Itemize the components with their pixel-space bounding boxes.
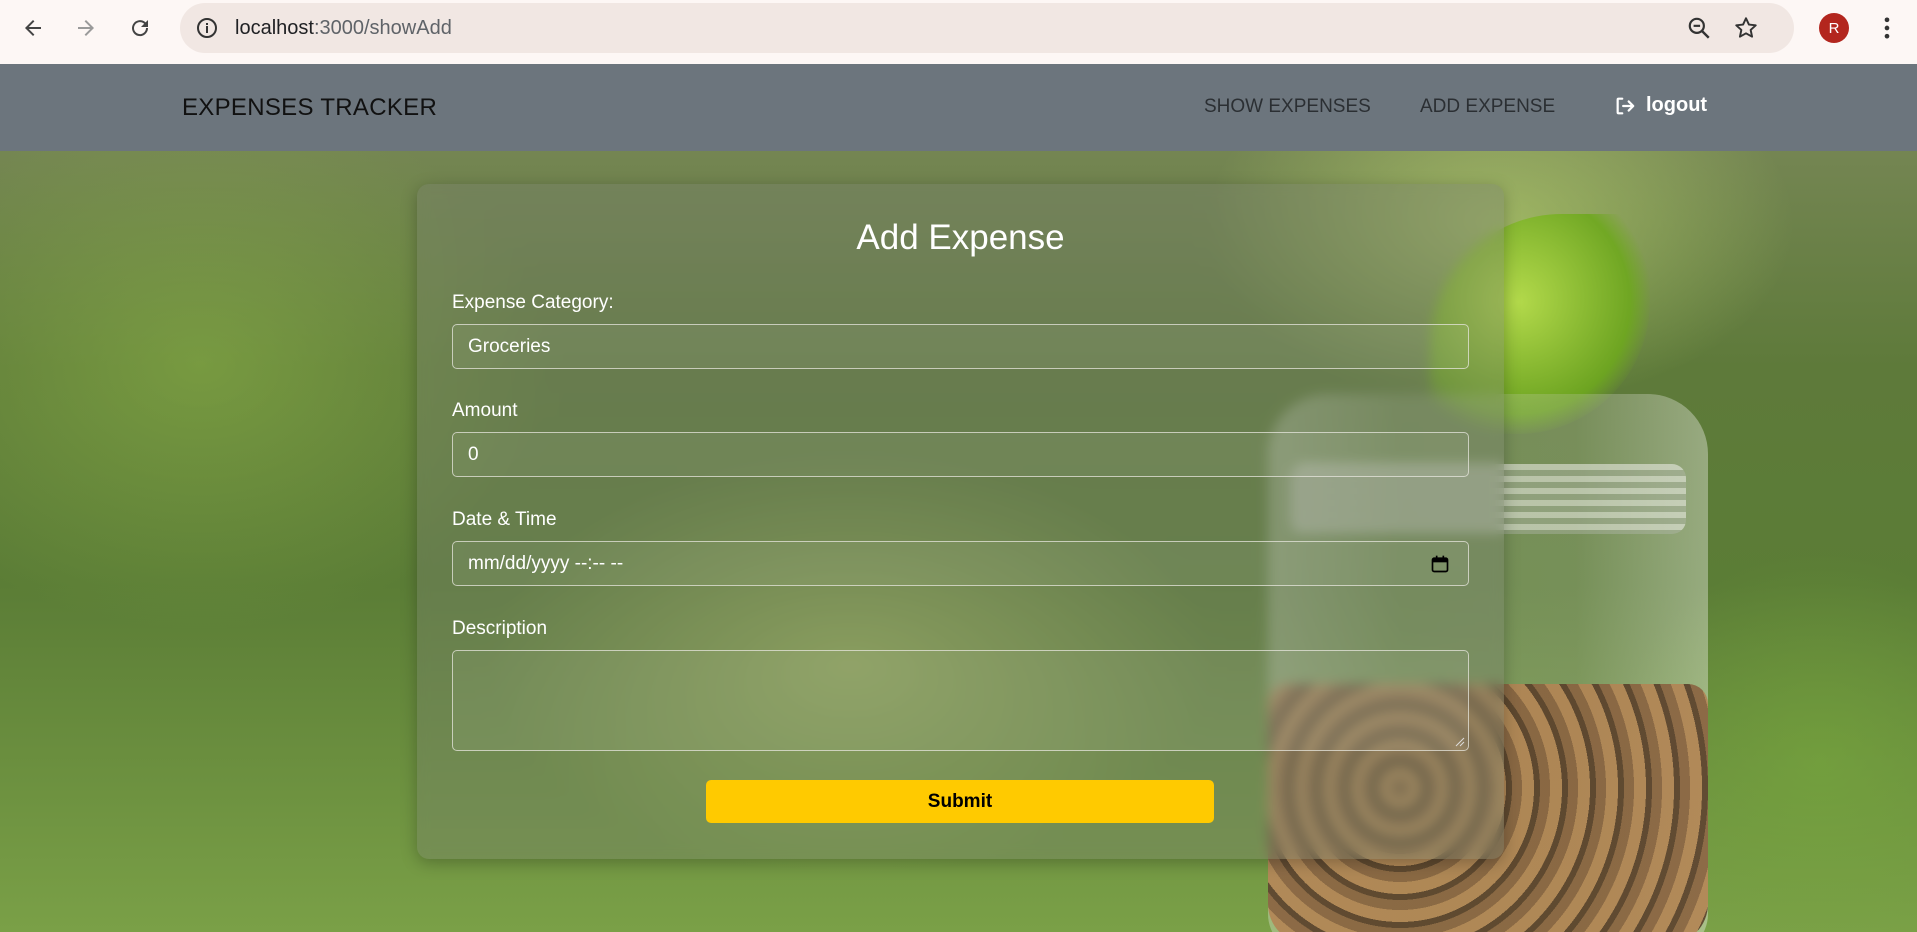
brand-title[interactable]: EXPENSES TRACKER	[182, 94, 437, 122]
url-host: localhost	[235, 17, 314, 39]
category-value: Groceries	[468, 335, 551, 357]
add-expense-form: Add Expense Expense Category: Groceries …	[417, 184, 1504, 859]
description-textarea[interactable]	[452, 650, 1469, 751]
calendar-icon[interactable]	[1430, 554, 1450, 574]
kebab-menu-icon[interactable]	[1873, 13, 1901, 43]
profile-avatar[interactable]: R	[1819, 13, 1849, 43]
datetime-label: Date & Time	[452, 509, 557, 530]
sign-out-icon	[1616, 97, 1635, 114]
category-label: Expense Category:	[452, 292, 614, 313]
url-text[interactable]: localhost:3000/showAdd	[235, 17, 452, 40]
forward-arrow-icon	[78, 20, 94, 36]
logout-label: logout	[1646, 94, 1708, 116]
zoom-icon[interactable]	[1686, 15, 1712, 41]
datetime-placeholder: mm/dd/yyyy --:-- --	[468, 552, 624, 574]
resize-handle-icon[interactable]	[1453, 735, 1465, 747]
nav-show-expenses[interactable]: SHOW EXPENSES	[1204, 96, 1371, 118]
category-input[interactable]: Groceries	[452, 324, 1469, 369]
form-title: Add Expense	[856, 218, 1065, 257]
site-info-icon[interactable]	[195, 16, 219, 40]
datetime-input[interactable]: mm/dd/yyyy --:-- --	[452, 541, 1469, 586]
amount-label: Amount	[452, 400, 518, 421]
back-arrow-icon	[25, 20, 41, 36]
address-bar[interactable]: localhost:3000/showAdd	[180, 3, 1794, 53]
reload-icon	[132, 20, 149, 37]
top-navbar: EXPENSES TRACKER SHOW EXPENSES ADD EXPEN…	[0, 64, 1917, 151]
browser-toolbar: localhost:3000/showAdd R	[0, 0, 1917, 64]
page-background: EXPENSES TRACKER SHOW EXPENSES ADD EXPEN…	[0, 64, 1917, 932]
amount-input[interactable]: 0	[452, 432, 1469, 477]
submit-button[interactable]: Submit	[706, 780, 1214, 823]
url-path: :3000/showAdd	[313, 17, 452, 39]
logout-button[interactable]: logout	[1614, 94, 1707, 117]
bookmark-star-icon[interactable]	[1733, 15, 1759, 41]
reload-button[interactable]	[123, 11, 157, 45]
forward-button[interactable]	[69, 11, 103, 45]
back-button[interactable]	[16, 11, 50, 45]
description-label: Description	[452, 618, 548, 639]
nav-add-expense[interactable]: ADD EXPENSE	[1420, 96, 1555, 118]
amount-value: 0	[468, 443, 479, 465]
